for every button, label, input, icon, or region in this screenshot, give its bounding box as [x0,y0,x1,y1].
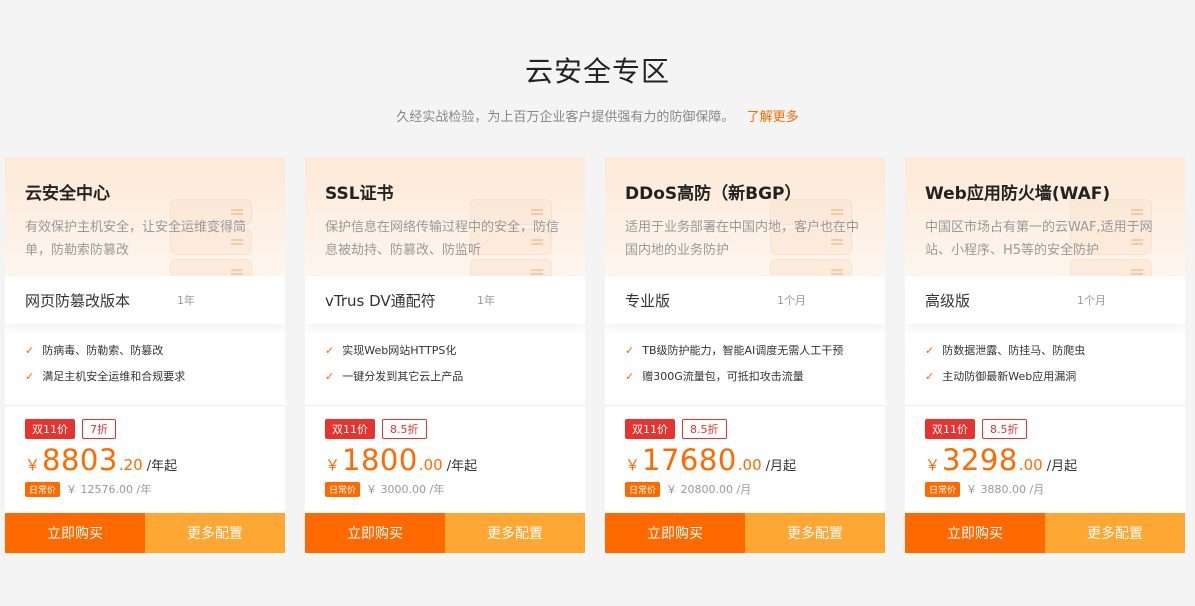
discount-badge: 7折 [82,419,116,439]
promo-badge: 双11价 [925,419,975,439]
discount-badge: 8.5折 [382,419,427,439]
check-icon: ✓ [25,369,35,383]
card-description: 保护信息在网络传输过程中的安全，防信息被劫持、防篡改、防监听 [325,220,560,258]
product-card: Web应用防火墙(WAF) 中国区市场占有第一的云WAF,适用于网站、小程序、H… [905,157,1185,553]
more-config-button[interactable]: 更多配置 [745,513,885,553]
card-header: 云安全中心 有效保护主机安全，让安全运维变得简单，防勒索防篡改 [5,157,285,277]
plan-name: 专业版 [625,291,671,310]
feature-item: ✓ 主动防御最新Web应用漏洞 [925,369,1077,384]
discount-badge: 8.5折 [982,419,1027,439]
feature-item: ✓ 满足主机安全运维和合规要求 [25,369,186,384]
promo-price: ￥ 8803.20/年起 [25,443,178,477]
promo-price: ￥ 17680.00/月起 [625,443,797,477]
feature-item: ✓ 一键分发到其它云上产品 [325,369,464,384]
product-card: DDoS高防（新BGP） 适用于业务部署在中国内地，客户也在中国内地的业务防护 … [605,157,885,553]
card-description: 中国区市场占有第一的云WAF,适用于网站、小程序、H5等的安全防护 [925,220,1153,258]
regular-price: ￥ 3880.00 /月 [966,483,1045,496]
check-icon: ✓ [925,369,935,383]
card-description: 有效保护主机安全，让安全运维变得简单，防勒索防篡改 [25,220,247,258]
more-config-button[interactable]: 更多配置 [445,513,585,553]
promo-badge: 双11价 [625,419,675,439]
feature-item: ✓ 防病毒、防勒索、防篡改 [25,343,164,358]
plan-term: 1年 [477,294,495,307]
buy-now-button[interactable]: 立即购买 [305,513,445,553]
product-card: 云安全中心 有效保护主机安全，让安全运维变得简单，防勒索防篡改 网页防篡改版本 … [5,157,285,553]
plan-name: 高级版 [925,291,971,310]
check-icon: ✓ [325,369,335,383]
card-description: 适用于业务部署在中国内地，客户也在中国内地的业务防护 [625,220,860,258]
check-icon: ✓ [925,343,935,357]
section-subtitle: 久经实战检验，为上百万企业客户提供强有力的防御保障。 了解更多 [0,106,1195,125]
promo-price: ￥ 1800.00/年起 [325,443,478,477]
regular-price-badge: 日常价 [25,481,61,497]
plan-selector[interactable]: 专业版 1个月 [605,276,885,324]
card-title: DDoS高防（新BGP） [625,184,802,204]
price-area: 双11价 8.5折 ￥ 17680.00/月起 日常价 ￥ 20800.00 /月 [605,406,885,510]
product-cards: 云安全中心 有效保护主机安全，让安全运维变得简单，防勒索防篡改 网页防篡改版本 … [5,157,1195,553]
learn-more-link[interactable]: 了解更多 [747,110,799,125]
more-config-button[interactable]: 更多配置 [1045,513,1185,553]
card-header: SSL证书 保护信息在网络传输过程中的安全，防信息被劫持、防篡改、防监听 [305,157,585,277]
plan-term: 1个月 [1077,294,1106,307]
price-area: 双11价 8.5折 ￥ 3298.00/月起 日常价 ￥ 3880.00 /月 [905,406,1185,510]
feature-list: ✓ TB级防护能力，智能AI调度无需人工干预 ✓ 赠300G流量包，可抵扣攻击流量 [605,324,885,406]
section-title: 云安全专区 [524,55,670,88]
plan-name: 网页防篡改版本 [25,291,131,310]
subtitle-text: 久经实战检验，为上百万企业客户提供强有力的防御保障。 [396,110,735,125]
plan-selector[interactable]: 高级版 1个月 [905,276,1185,324]
card-title: Web应用防火墙(WAF) [925,184,1111,204]
discount-badge: 8.5折 [682,419,727,439]
feature-item: ✓ 赠300G流量包，可抵扣攻击流量 [625,369,804,384]
plan-selector[interactable]: vTrus DV通配符 1年 [305,276,585,324]
card-title: SSL证书 [325,184,394,204]
feature-item: ✓ 防数据泄露、防挂马、防爬虫 [925,343,1086,358]
plan-term: 1年 [177,294,195,307]
regular-price: ￥ 12576.00 /年 [66,483,152,496]
feature-item: ✓ 实现Web网站HTTPS化 [325,343,457,358]
plan-selector[interactable]: 网页防篡改版本 1年 [5,276,285,324]
product-card: SSL证书 保护信息在网络传输过程中的安全，防信息被劫持、防篡改、防监听 vTr… [305,157,585,553]
card-header: DDoS高防（新BGP） 适用于业务部署在中国内地，客户也在中国内地的业务防护 [605,157,885,277]
buy-now-button[interactable]: 立即购买 [5,513,145,553]
feature-list: ✓ 实现Web网站HTTPS化 ✓ 一键分发到其它云上产品 [305,324,585,406]
promo-badge: 双11价 [325,419,375,439]
card-header: Web应用防火墙(WAF) 中国区市场占有第一的云WAF,适用于网站、小程序、H… [905,157,1185,277]
check-icon: ✓ [25,343,35,357]
regular-price: ￥ 20800.00 /月 [666,483,752,496]
regular-price-badge: 日常价 [925,481,961,497]
regular-price-badge: 日常价 [625,481,661,497]
check-icon: ✓ [625,369,635,383]
buy-now-button[interactable]: 立即购买 [905,513,1045,553]
plan-term: 1个月 [777,294,806,307]
feature-list: ✓ 防病毒、防勒索、防篡改 ✓ 满足主机安全运维和合规要求 [5,324,285,406]
feature-item: ✓ TB级防护能力，智能AI调度无需人工干预 [625,343,844,358]
promo-badge: 双11价 [25,419,75,439]
price-area: 双11价 8.5折 ￥ 1800.00/年起 日常价 ￥ 3000.00 /年 [305,406,585,510]
regular-price: ￥ 3000.00 /年 [366,483,445,496]
card-title: 云安全中心 [25,184,110,204]
more-config-button[interactable]: 更多配置 [145,513,285,553]
price-area: 双11价 7折 ￥ 8803.20/年起 日常价 ￥ 12576.00 /年 [5,406,285,510]
regular-price-badge: 日常价 [325,481,361,497]
buy-now-button[interactable]: 立即购买 [605,513,745,553]
promo-price: ￥ 3298.00/月起 [925,443,1078,477]
check-icon: ✓ [625,343,635,357]
check-icon: ✓ [325,343,335,357]
plan-name: vTrus DV通配符 [325,291,436,310]
feature-list: ✓ 防数据泄露、防挂马、防爬虫 ✓ 主动防御最新Web应用漏洞 [905,324,1185,406]
